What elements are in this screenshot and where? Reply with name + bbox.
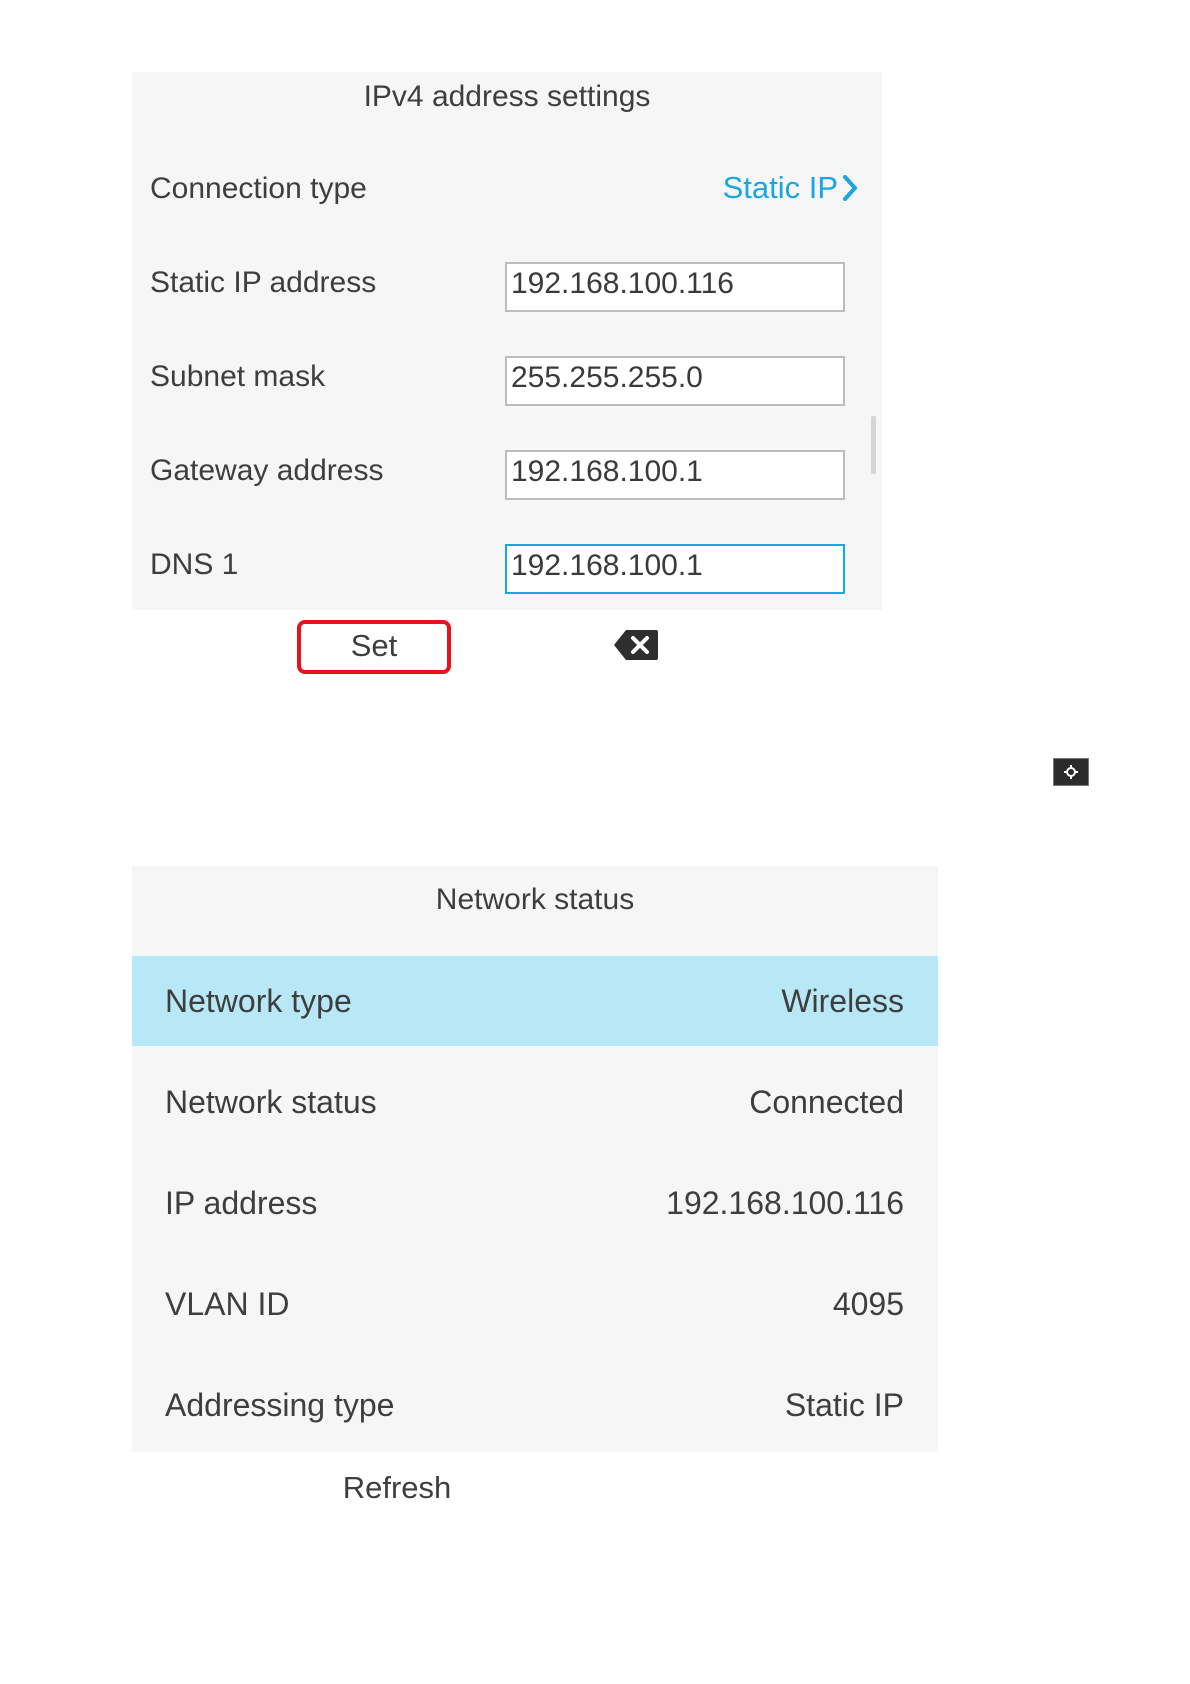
gateway-address-input[interactable]: 192.168.100.1 xyxy=(505,450,845,500)
scrollbar[interactable] xyxy=(871,416,876,474)
backspace-button[interactable] xyxy=(612,628,660,662)
row-value: Static IP xyxy=(784,1386,904,1423)
static-ip-input[interactable]: 192.168.100.116 xyxy=(505,262,845,312)
row-value: Wireless xyxy=(781,982,904,1019)
row-label: Network type xyxy=(165,982,352,1019)
connection-type-value: Static IP xyxy=(722,170,838,205)
row-label: Network status xyxy=(165,1083,377,1120)
list-item-addressing-type[interactable]: Addressing type Static IP xyxy=(132,1360,938,1450)
row-value: 4095 xyxy=(832,1285,904,1322)
list-item-network-type[interactable]: Network type Wireless xyxy=(132,956,938,1046)
row-label: Addressing type xyxy=(165,1386,395,1423)
list-item-vlan-id[interactable]: VLAN ID 4095 xyxy=(132,1259,938,1349)
static-ip-label: Static IP address xyxy=(150,266,377,299)
list-item-network-status[interactable]: Network status Connected xyxy=(132,1057,938,1147)
row-label: IP address xyxy=(165,1184,318,1221)
backspace-icon xyxy=(614,630,658,660)
network-status-panel: Network status Network type Wireless Net… xyxy=(132,866,938,1452)
refresh-button[interactable]: Refresh xyxy=(337,1470,457,1506)
settings-button[interactable] xyxy=(1053,758,1089,786)
connection-type-selector[interactable]: Static IP xyxy=(723,170,858,206)
chevron-right-icon xyxy=(843,175,857,201)
ipv4-settings-panel: IPv4 address settings Connection type St… xyxy=(132,72,882,610)
row-value: 192.168.100.116 xyxy=(666,1184,904,1221)
ipv4-settings-title: IPv4 address settings xyxy=(363,80,651,113)
row-value: Connected xyxy=(749,1083,904,1120)
dns1-input[interactable]: 192.168.100.1 xyxy=(505,544,845,594)
list-item-ip-address[interactable]: IP address 192.168.100.116 xyxy=(132,1158,938,1248)
row-label: VLAN ID xyxy=(165,1285,290,1322)
network-status-title: Network status xyxy=(435,883,635,916)
gateway-address-label: Gateway address xyxy=(150,454,384,487)
subnet-mask-label: Subnet mask xyxy=(150,360,326,393)
set-button[interactable]: Set xyxy=(297,620,451,674)
dns1-label: DNS 1 xyxy=(150,548,239,581)
subnet-mask-input[interactable]: 255.255.255.0 xyxy=(505,356,845,406)
connection-type-label: Connection type xyxy=(150,172,367,205)
gear-icon xyxy=(1064,765,1078,779)
